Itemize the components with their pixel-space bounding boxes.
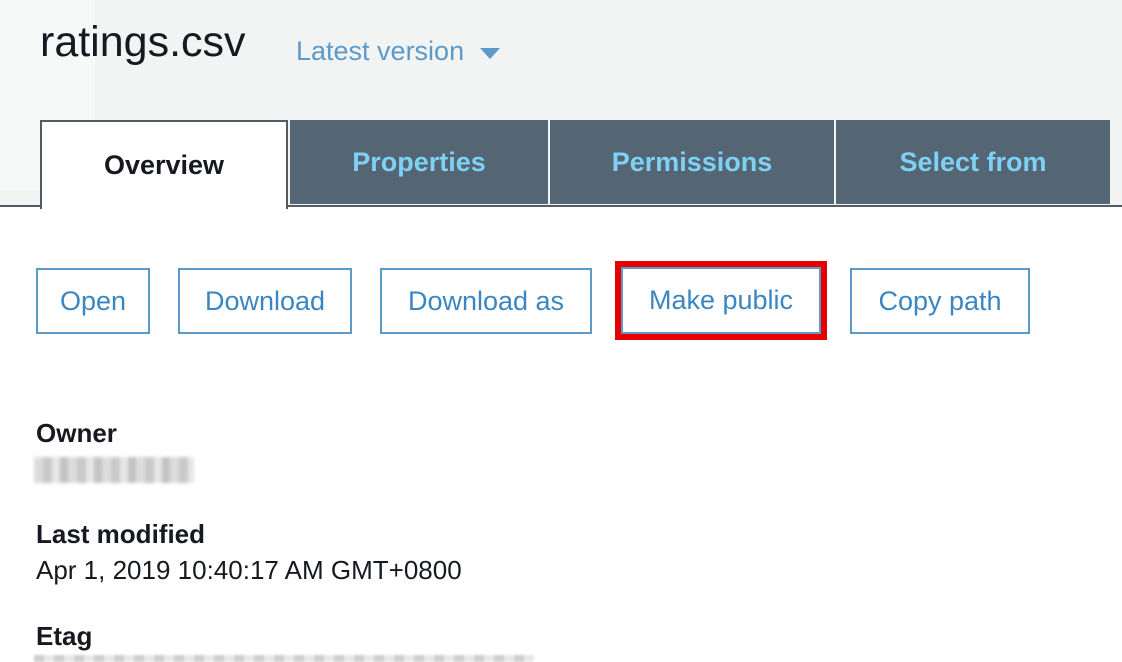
etag-value-redacted	[34, 655, 534, 662]
version-dropdown-label: Latest version	[296, 36, 465, 66]
caret-down-icon	[480, 48, 501, 59]
copy-path-button[interactable]: Copy path	[850, 268, 1030, 334]
tab-select-from[interactable]: Select from	[836, 120, 1110, 204]
download-as-button[interactable]: Download as	[380, 268, 592, 334]
tab-overview[interactable]: Overview	[40, 120, 288, 209]
tab-properties[interactable]: Properties	[290, 120, 548, 204]
file-title: ratings.csv	[40, 18, 246, 66]
version-dropdown[interactable]: Latest version	[296, 36, 501, 67]
etag-label: Etag	[36, 621, 93, 651]
object-overview-page: ratings.csv Latest version Overview Prop…	[0, 0, 1122, 662]
last-modified-label: Last modified	[36, 519, 206, 549]
last-modified-value: Apr 1, 2019 10:40:17 AM GMT+0800	[36, 555, 462, 585]
make-public-button[interactable]: Make public	[621, 267, 821, 334]
tab-permissions[interactable]: Permissions	[550, 120, 834, 204]
download-button[interactable]: Download	[178, 268, 352, 334]
open-button[interactable]: Open	[36, 268, 150, 334]
owner-label: Owner	[36, 418, 117, 448]
owner-value-redacted	[34, 457, 194, 483]
